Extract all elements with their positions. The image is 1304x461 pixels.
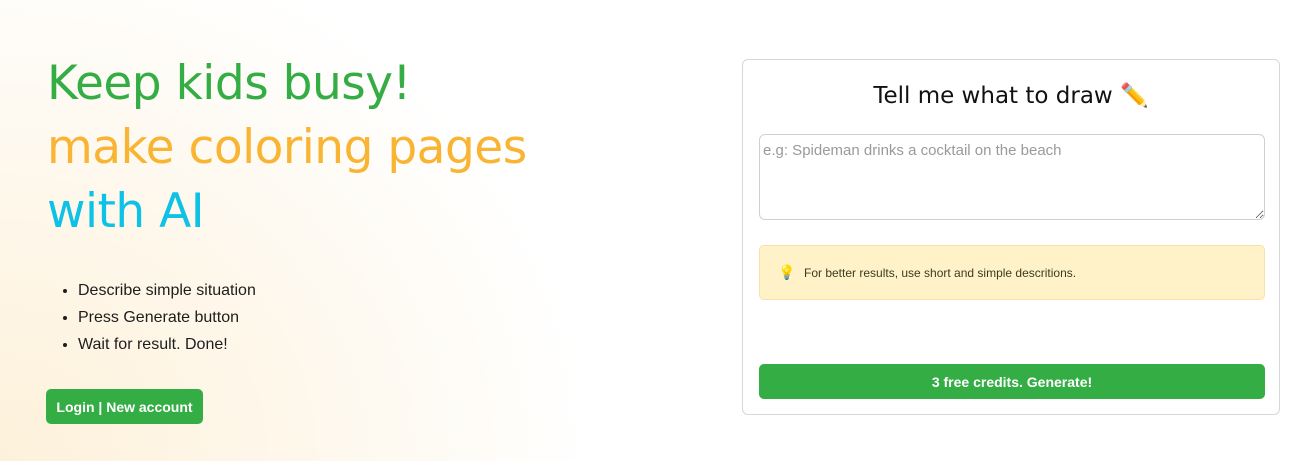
lightbulb-icon: 💡 (778, 264, 796, 280)
list-item: Wait for result. Done! (78, 331, 256, 358)
steps-list: Describe simple situation Press Generate… (47, 277, 256, 358)
hero-heading-block: Keep kids busy! make coloring pages with… (47, 52, 667, 244)
list-item: Describe simple situation (78, 277, 256, 304)
hero-line-keep-kids-busy: Keep kids busy! (47, 56, 411, 111)
card-title: Tell me what to draw ✏️ (873, 83, 1149, 109)
hint-box: 💡 For better results, use short and simp… (759, 245, 1265, 300)
login-new-account-button[interactable]: Login | New account (46, 389, 203, 424)
generate-button[interactable]: 3 free credits. Generate! (759, 364, 1265, 399)
hero-line-with-ai: with AI (47, 184, 205, 239)
draw-request-card: Tell me what to draw ✏️ 💡 For better res… (742, 59, 1280, 415)
list-item: Press Generate button (78, 304, 256, 331)
hero-title: Keep kids busy! make coloring pages with… (47, 52, 667, 244)
hero-line-coloring-pages: make coloring pages (47, 120, 527, 175)
prompt-input[interactable] (759, 134, 1265, 220)
hint-text: For better results, use short and simple… (804, 265, 1077, 280)
